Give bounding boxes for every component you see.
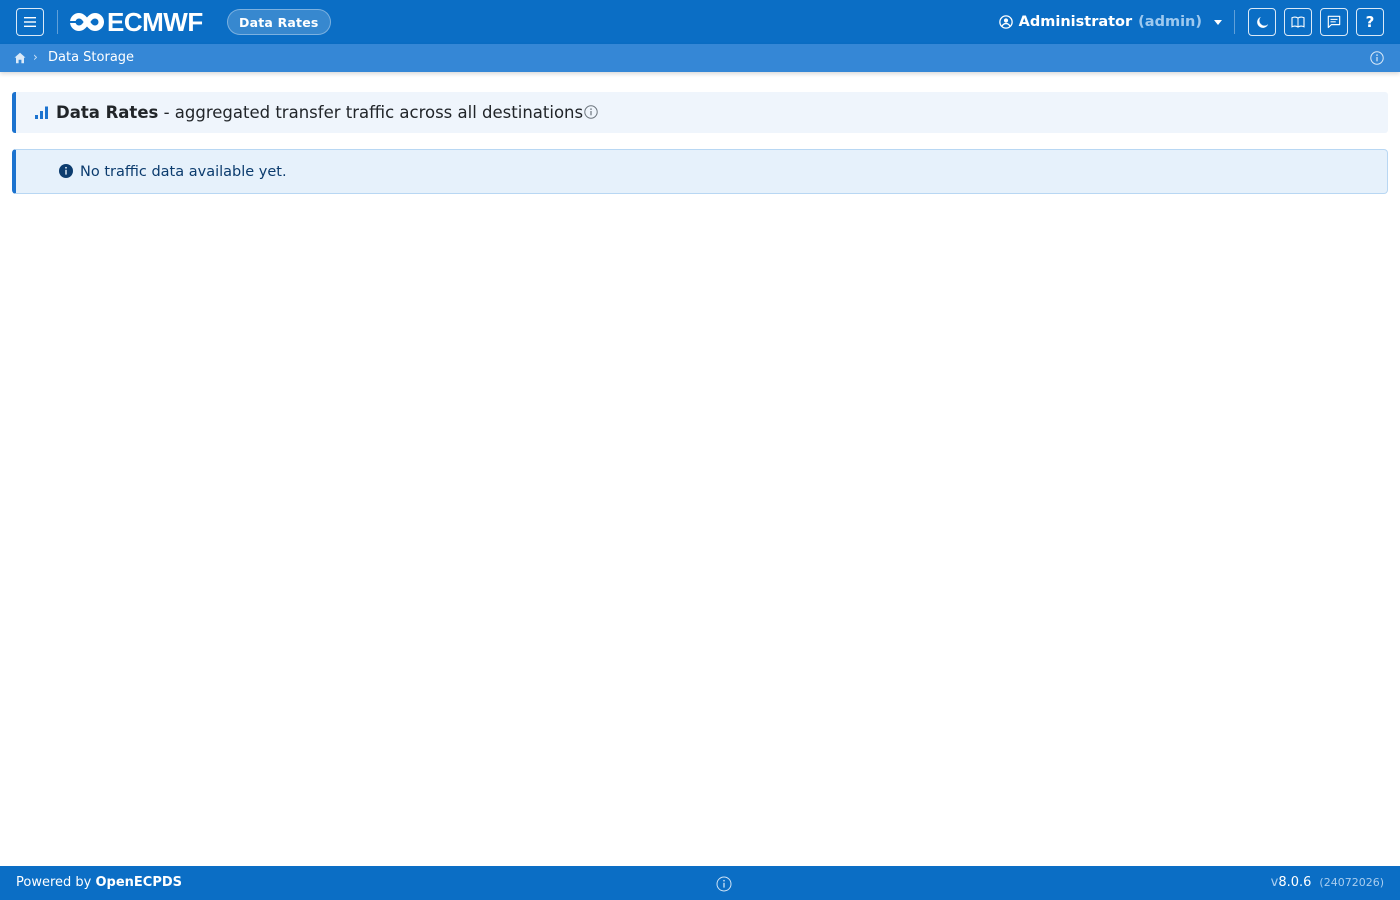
page-title-main: Data Rates (56, 103, 159, 122)
ecmwf-swirl-icon (70, 13, 104, 31)
breadcrumb-item-data-storage[interactable]: Data Storage (48, 50, 134, 66)
version-number: 8.0.6 (1278, 875, 1312, 890)
current-page-badge[interactable]: Data Rates (227, 9, 331, 35)
chevron-down-icon (1214, 19, 1222, 25)
book-icon (1291, 16, 1305, 28)
dark-mode-button[interactable] (1248, 8, 1276, 36)
bar-chart-icon (35, 106, 48, 119)
footer: Powered by OpenECPDS v 8.0.6 (24072026) (0, 866, 1400, 900)
powered-brand-link[interactable]: OpenECPDS (96, 875, 183, 890)
info-alert: No traffic data available yet. (12, 149, 1388, 194)
page-heading: Data Rates - aggregated transfer traffic… (56, 103, 583, 123)
home-icon[interactable] (14, 52, 26, 64)
user-circle-icon (998, 15, 1013, 29)
build-number: (24072026) (1319, 876, 1384, 889)
documentation-button[interactable] (1284, 8, 1312, 36)
user-role: (admin) (1138, 14, 1202, 30)
navbar-divider (57, 10, 58, 34)
info-icon[interactable] (584, 105, 598, 119)
version-info: v 8.0.6 (24072026) (1271, 875, 1384, 891)
top-navbar: ECMWF Data Rates Administrator (admin) ? (0, 0, 1400, 44)
powered-by: Powered by OpenECPDS (16, 875, 182, 891)
version-prefix: v (1270, 875, 1279, 890)
user-menu-dropdown[interactable]: Administrator (admin) (998, 10, 1222, 34)
menu-toggle-button[interactable] (16, 8, 44, 36)
moon-icon (1256, 16, 1268, 28)
page-title: Data Rates - aggregated transfer traffic… (12, 92, 1388, 133)
alert-message: No traffic data available yet. (80, 164, 287, 180)
ecmwf-logo[interactable]: ECMWF (70, 9, 203, 35)
page-title-subtitle: - aggregated transfer traffic across all… (158, 103, 584, 122)
help-icon: ? (1365, 12, 1375, 31)
breadcrumb: › Data Storage (0, 44, 1400, 72)
user-name: Administrator (1018, 14, 1133, 30)
info-circle-icon (59, 164, 73, 178)
navbar-divider (1234, 10, 1235, 34)
help-button[interactable]: ? (1356, 8, 1384, 36)
powered-prefix: Powered by (16, 875, 92, 890)
message-icon (1327, 15, 1341, 29)
feedback-button[interactable] (1320, 8, 1348, 36)
info-icon[interactable] (1370, 51, 1384, 65)
logo-text: ECMWF (107, 7, 203, 37)
hamburger-icon (24, 17, 36, 27)
info-icon[interactable] (716, 876, 732, 892)
breadcrumb-separator-icon: › (33, 50, 38, 64)
